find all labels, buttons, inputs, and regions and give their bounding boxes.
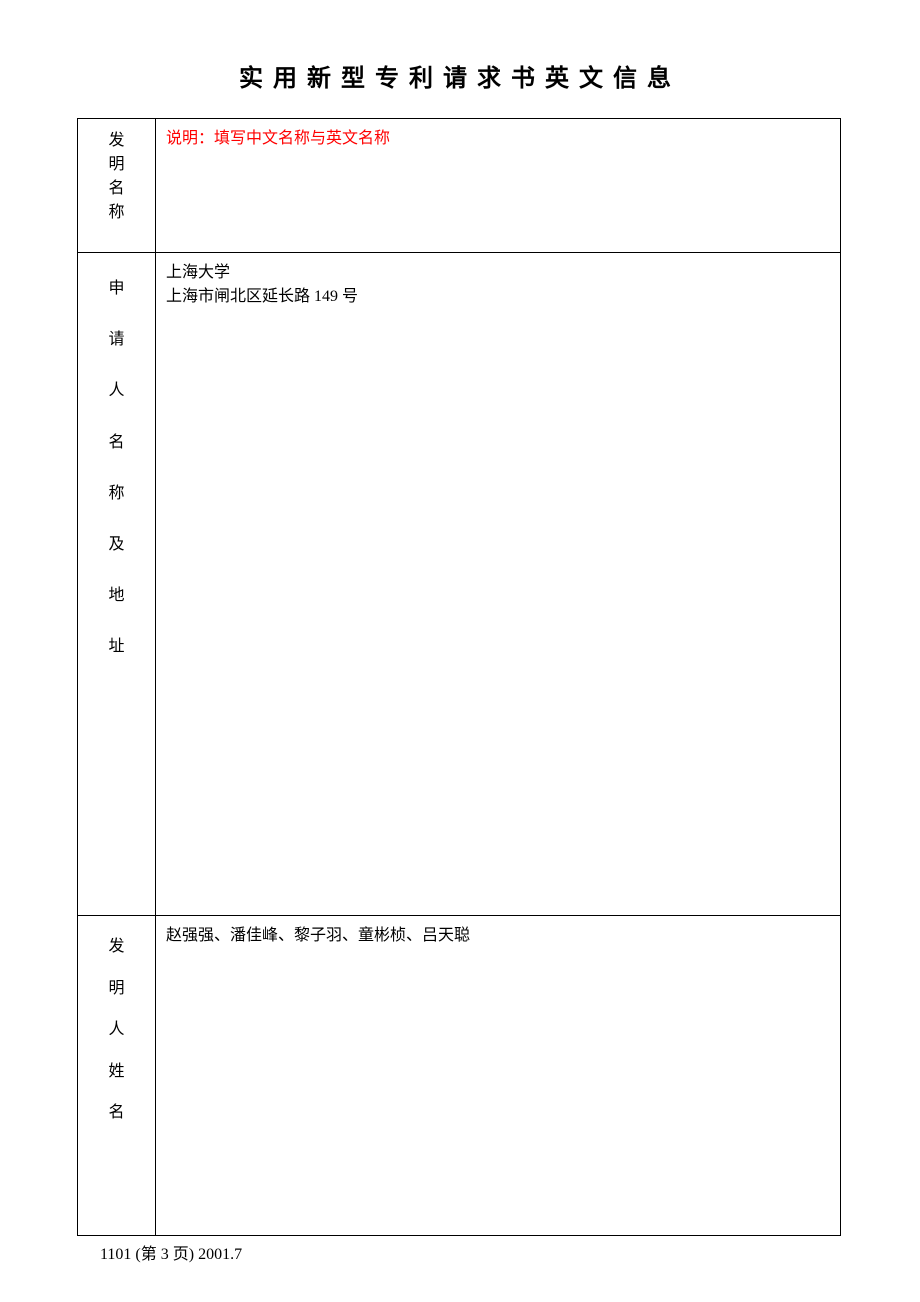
label-char: 称 (108, 468, 124, 519)
label-char: 址 (108, 621, 124, 672)
label-applicant: 申 请 人 名 称 及 地 址 (78, 253, 156, 916)
label-char: 姓 (108, 1051, 124, 1093)
label-inventor: 发 明 人 姓 名 (78, 916, 156, 1236)
label-char: 申 (108, 263, 124, 314)
label-char: 人 (108, 365, 124, 416)
label-char: 请 (108, 314, 124, 365)
label-char: 及 (108, 519, 124, 570)
label-char: 名 (108, 1092, 124, 1134)
form-table: 发 明 名 称 说明：填写中文名称与英文名称 申 请 人 名 称 及 地 址 (77, 118, 841, 1236)
inventor-names: 赵强强、潘佳峰、黎子羽、童彬桢、吕天聪 (166, 924, 830, 948)
content-applicant: 上海大学 上海市闸北区延长路 149 号 (156, 253, 841, 916)
row-invention-name: 发 明 名 称 说明：填写中文名称与英文名称 (78, 119, 841, 253)
row-applicant: 申 请 人 名 称 及 地 址 上海大学 上海市闸北区延长路 149 号 (78, 253, 841, 916)
label-char: 发 (108, 129, 124, 153)
label-char: 人 (108, 1009, 124, 1051)
page-title: 实用新型专利请求书英文信息 (0, 0, 920, 93)
label-char: 发 (108, 926, 124, 968)
applicant-name: 上海大学 (166, 261, 830, 285)
applicant-address: 上海市闸北区延长路 149 号 (166, 285, 830, 309)
page-footer: 1101 (第 3 页) 2001.7 (100, 1240, 242, 1264)
content-inventor: 赵强强、潘佳峰、黎子羽、童彬桢、吕天聪 (156, 916, 841, 1236)
label-char: 地 (108, 570, 124, 621)
label-char: 明 (108, 968, 124, 1010)
row-inventor: 发 明 人 姓 名 赵强强、潘佳峰、黎子羽、童彬桢、吕天聪 (78, 916, 841, 1236)
label-invention-name: 发 明 名 称 (78, 119, 156, 253)
label-char: 明 (108, 153, 124, 177)
label-char: 称 (108, 201, 124, 225)
instruction-text: 说明：填写中文名称与英文名称 (166, 127, 390, 151)
label-char: 名 (108, 417, 124, 468)
label-char: 名 (108, 177, 124, 201)
content-invention-name: 说明：填写中文名称与英文名称 (156, 119, 841, 253)
